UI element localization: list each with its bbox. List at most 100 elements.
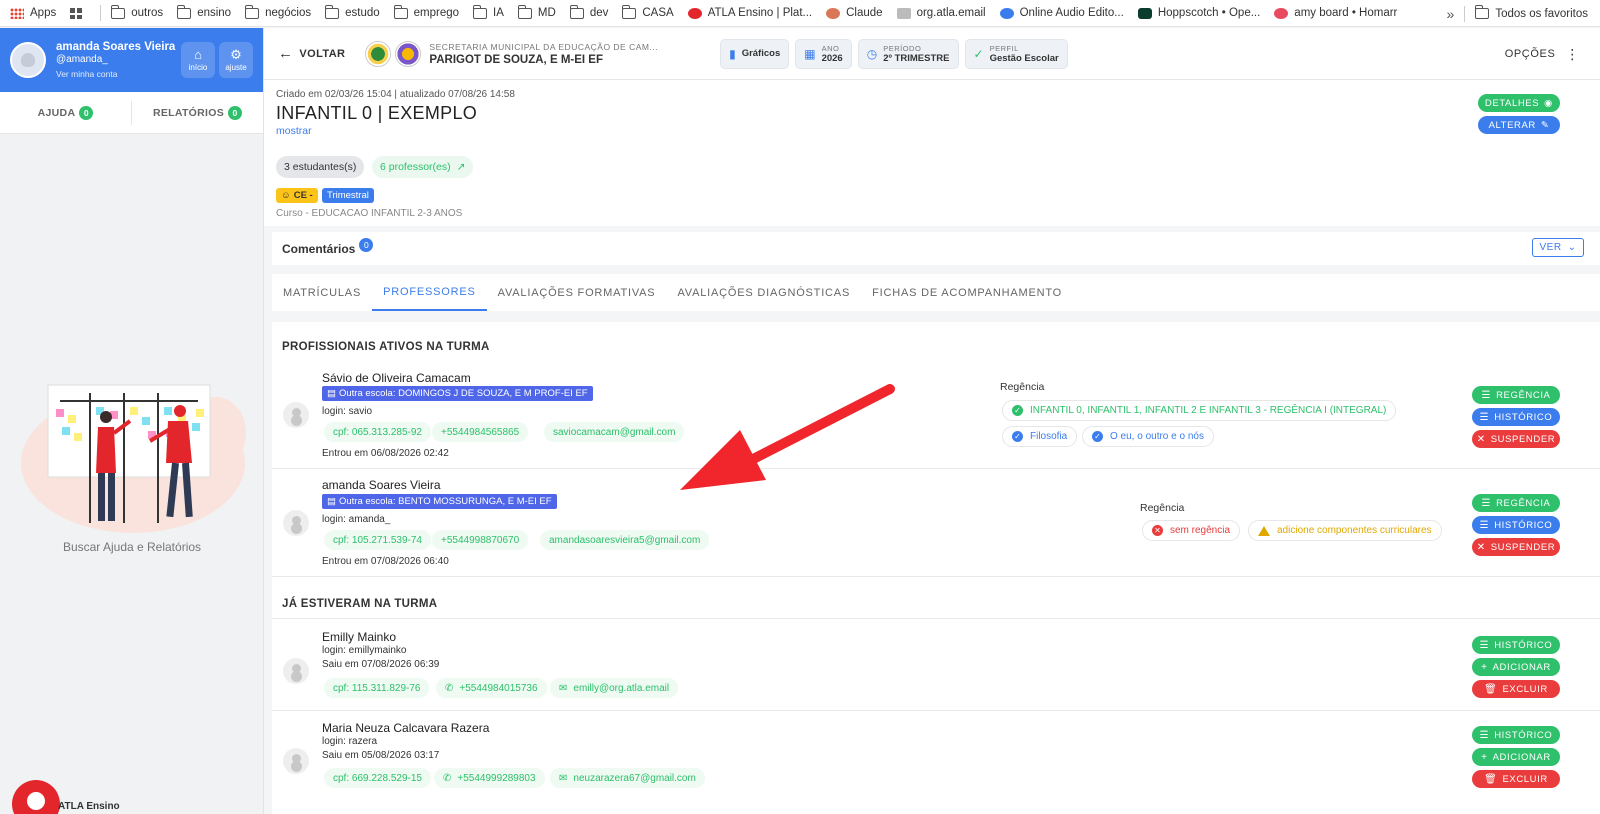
options-menu-button[interactable]: OPÇÕES ⋮ (1505, 28, 1580, 80)
bookmark-folder-estudo[interactable]: estudo (325, 4, 380, 19)
bookmark-separator (100, 5, 102, 21)
bookmark-atla[interactable]: ATLA Ensino | Plat... (687, 7, 812, 19)
school-logo (395, 40, 422, 67)
bookmark-folder-dev[interactable]: dev (569, 4, 608, 19)
teacher-email-chip[interactable]: amandasoaresvieira5@gmail.com (540, 530, 710, 550)
check-icon: ✓ (1012, 405, 1023, 416)
bookmark-claude[interactable]: Claude (826, 7, 883, 19)
delete-button[interactable]: 🗑 EXCLUIR (1472, 680, 1560, 698)
bookmarks-overflow-button[interactable]: » (1447, 6, 1455, 22)
bookmark-homarr[interactable]: amy board • Homarr (1274, 7, 1397, 19)
annotation-arrow (680, 384, 895, 490)
help-tab[interactable]: AJUDA 0 (0, 105, 131, 120)
back-button[interactable]: ← VOLTAR (278, 45, 345, 62)
chat-widget-button[interactable] (12, 780, 60, 814)
alter-button[interactable]: ALTERAR ✎ (1478, 116, 1560, 134)
main-content: Criado em 02/03/26 15:04 | atualizado 07… (264, 80, 1600, 814)
bookmark-apps[interactable]: Apps (10, 7, 56, 19)
apps-icon (10, 7, 24, 19)
bookmark-hoppscotch[interactable]: Hoppscotch • Ope... (1137, 7, 1260, 19)
teacher-phone-chip[interactable]: ✆ +5544984015736 (436, 678, 547, 698)
bookmark-tab-groups[interactable] (70, 7, 90, 19)
add-button[interactable]: + ADICIONAR (1472, 748, 1560, 766)
teachers-count-chip[interactable]: 6 professor(es) ↗ (372, 156, 474, 178)
home-icon: ⌂ (194, 47, 202, 62)
history-button[interactable]: ☰ HISTÓRICO (1472, 408, 1560, 426)
bookmark-folder-emprego[interactable]: emprego (393, 4, 459, 19)
delete-button[interactable]: 🗑 EXCLUIR (1472, 770, 1560, 788)
help-caption: Buscar Ajuda e Relatórios (62, 540, 202, 554)
bookmark-audio-editor[interactable]: Online Audio Edito... (999, 7, 1124, 19)
history-button[interactable]: ☰ HISTÓRICO (1472, 636, 1560, 654)
add-components-warning[interactable]: adicione componentes curriculares (1248, 520, 1442, 541)
students-count-chip[interactable]: 3 estudantes(s) (276, 156, 365, 178)
home-button[interactable]: ⌂ início (181, 42, 215, 78)
other-school-tag: ▤ Outra escola: BENTO MOSSURUNGA, E M-EI … (322, 494, 557, 509)
teacher-email-chip[interactable]: ✉ emilly@org.atla.email (550, 678, 679, 698)
regencia-button[interactable]: ☰ REGÊNCIA (1472, 494, 1560, 512)
profile-selector[interactable]: ✓ PERFIL Gestão Escolar (964, 38, 1068, 69)
view-account-link[interactable]: Ver minha conta (56, 69, 177, 79)
suspend-button[interactable]: ✕ SUSPENDER (1472, 430, 1560, 448)
tab-teachers[interactable]: PROFESSORES (372, 274, 487, 311)
row-divider (272, 618, 1600, 619)
top-bar: ← VOLTAR SECRETARIA MUNICIPAL DA EDUCAÇÃO… (264, 28, 1600, 80)
settings-button[interactable]: ⚙ ajuste (219, 42, 253, 78)
add-button[interactable]: + ADICIONAR (1472, 658, 1560, 676)
bookmark-email[interactable]: org.atla.email (896, 7, 986, 19)
calendar-icon: ▦ (804, 46, 816, 61)
user-avatar[interactable] (10, 42, 46, 78)
mail-icon: ✉ (559, 772, 568, 784)
teacher-login: login: savio (322, 406, 373, 417)
bookmark-all-favorites[interactable]: Todos os favoritos (1475, 5, 1588, 20)
no-regencia-chip: ✕ sem regência (1142, 520, 1241, 541)
year-selector[interactable]: ▦ ANO 2026 (795, 38, 852, 69)
teacher-phone-chip[interactable]: ✆ +5544999289803 (434, 768, 545, 788)
comments-count-badge: 0 (359, 237, 374, 252)
folder-icon (569, 4, 584, 19)
history-button[interactable]: ☰ HISTÓRICO (1472, 726, 1560, 744)
homarr-icon (1274, 7, 1289, 19)
teacher-name: Maria Neuza Calcavara Razera (322, 721, 490, 735)
history-button[interactable]: ☰ HISTÓRICO (1472, 516, 1560, 534)
bookmark-folder-casa[interactable]: CASA (622, 4, 674, 19)
bookmark-separator (1464, 5, 1466, 22)
bookmark-folder-md[interactable]: MD (517, 4, 556, 19)
component-chip: ✓ Filosofia (1002, 426, 1078, 447)
view-comments-button[interactable]: VER ⌄ (1532, 238, 1584, 257)
teacher-login: login: amanda_ (322, 514, 391, 525)
comments-title: Comentários (282, 241, 356, 256)
eye-off-icon: ◉ (1544, 97, 1554, 109)
regencia-button[interactable]: ☰ REGÊNCIA (1472, 386, 1560, 404)
tab-enrollments[interactable]: MATRÍCULAS (272, 274, 372, 311)
city-logo (365, 40, 392, 67)
tab-diagnostic-assessments[interactable]: AVALIAÇÕES DIAGNÓSTICAS (666, 274, 861, 311)
list-icon: ☰ (1479, 411, 1490, 423)
show-more-link[interactable]: mostrar (276, 125, 312, 137)
period-selector[interactable]: ◷ PERÍODO 2º TRIMESTRE (857, 38, 959, 69)
details-button[interactable]: DETALHES ◉ (1478, 94, 1560, 112)
teacher-email-chip[interactable]: ✉ neuzarazera67@gmail.com (550, 768, 705, 788)
bookmark-folder-outros[interactable]: outros (111, 4, 163, 19)
phone-icon: ✆ (445, 682, 454, 694)
class-meta: Criado em 02/03/26 15:04 | atualizado 07… (276, 89, 515, 100)
accessibility-icon: ☺ (281, 190, 291, 201)
charts-button[interactable]: ▮ Gráficos (720, 38, 790, 69)
bookmark-folder-ia[interactable]: IA (473, 4, 504, 19)
teacher-login: login: emillymainko (322, 645, 407, 656)
tab-tracking-sheets[interactable]: FICHAS DE ACOMPANHAMENTO (861, 274, 1073, 311)
building-icon: ▤ (327, 388, 336, 399)
teacher-phone-chip[interactable]: +5544998870670 (432, 530, 529, 550)
bookmark-folder-ensino[interactable]: ensino (177, 4, 231, 19)
suspend-button[interactable]: ✕ SUSPENDER (1472, 538, 1560, 556)
clock-icon: ◷ (866, 46, 878, 61)
bookmarks-right: » Todos os favoritos (1447, 0, 1592, 26)
teacher-email-chip[interactable]: saviocamacam@gmail.com (544, 422, 685, 442)
list-icon: ☰ (1481, 389, 1492, 401)
reports-tab[interactable]: RELATÓRIOS 0 (132, 105, 263, 120)
teacher-phone-chip[interactable]: +5544984565865 (432, 422, 529, 442)
mail-icon: ✉ (559, 682, 568, 694)
tab-formative-assessments[interactable]: AVALIAÇÕES FORMATIVAS (487, 274, 667, 311)
bookmark-folder-negocios[interactable]: negócios (245, 4, 311, 19)
trash-icon: 🗑 (1484, 683, 1498, 695)
